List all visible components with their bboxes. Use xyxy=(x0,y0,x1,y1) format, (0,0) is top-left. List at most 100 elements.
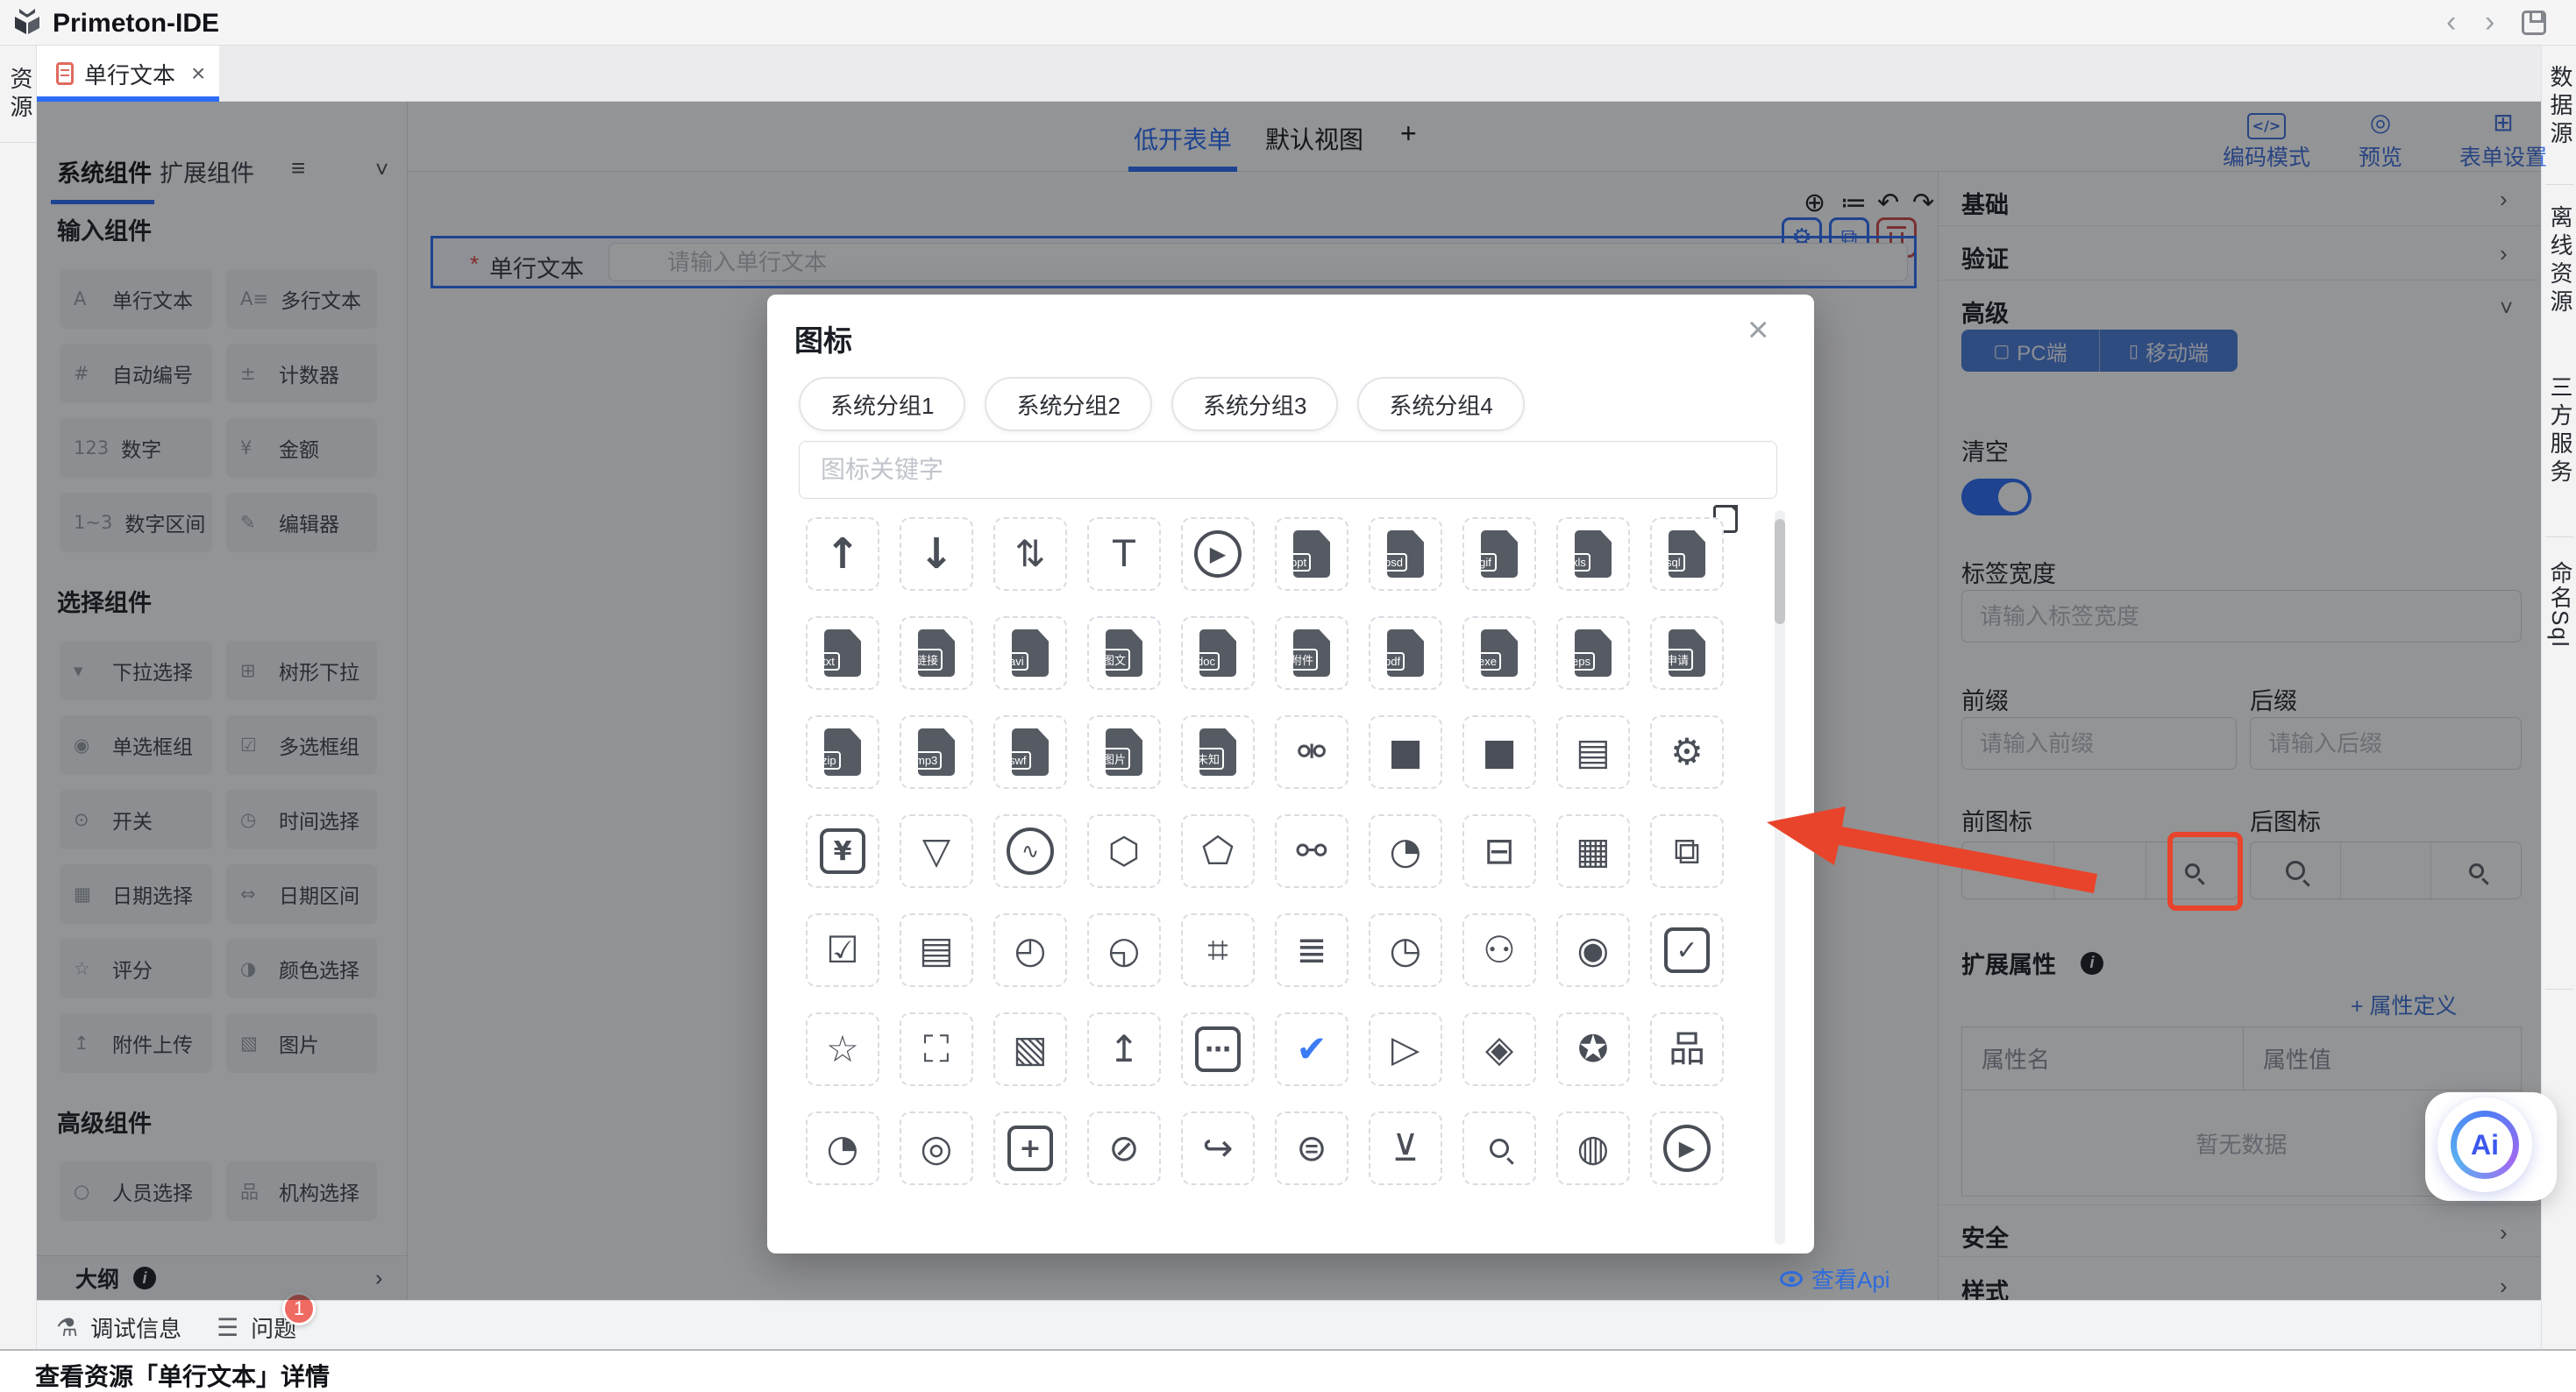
icon-star-icon[interactable]: ☆ xyxy=(806,1012,879,1086)
icon-square-solid-icon[interactable]: ■ xyxy=(1369,715,1442,789)
icon-file-gif-icon[interactable]: gif xyxy=(1462,517,1536,591)
icon-file-pdf-icon[interactable]: pdf xyxy=(1369,616,1442,690)
icon-link-broken-icon[interactable]: ⚮ xyxy=(1275,715,1348,789)
file-sql-glyph: sql xyxy=(1669,530,1705,578)
sidebar-item-third-party-services[interactable]: 三方服务 xyxy=(2542,375,2576,487)
icon-file-doc-icon[interactable]: doc xyxy=(1181,616,1255,690)
icon-search-magnifier-icon[interactable] xyxy=(1462,1111,1536,1185)
left-rail: 资源 xyxy=(0,46,37,1349)
icon-chat-lines-icon[interactable]: ⊜ xyxy=(1275,1111,1348,1185)
icon-arrow-up-icon[interactable]: ↑ xyxy=(806,517,879,591)
nav-forward-icon[interactable]: › xyxy=(2485,5,2494,39)
sidebar-item-offline-resources[interactable]: 离线资源 xyxy=(2542,205,2576,317)
icon-team-group-icon[interactable]: ⚇ xyxy=(1462,913,1536,987)
icon-folder-archive-icon[interactable]: ⊟ xyxy=(1462,814,1536,888)
person-timer-glyph: ◴ xyxy=(1014,932,1047,969)
group-tab-2[interactable]: 系统分组2 xyxy=(985,377,1151,431)
icon-box-open-icon[interactable]: ⊻ xyxy=(1369,1111,1442,1185)
icon-play-circle-icon[interactable]: ▶ xyxy=(1181,517,1255,591)
group-tab-4[interactable]: 系统分组4 xyxy=(1357,377,1524,431)
icon-prohibited-icon[interactable]: ⊘ xyxy=(1087,1111,1161,1185)
icon-calendar-schedule-icon[interactable]: ▦ xyxy=(1556,814,1630,888)
icon-shield-key-icon[interactable]: ◈ xyxy=(1462,1012,1536,1086)
icon-display-settings-icon[interactable]: ⚙ xyxy=(1650,715,1724,789)
icon-document-list-icon[interactable]: ▤ xyxy=(1556,715,1630,789)
save-icon[interactable] xyxy=(2522,11,2546,35)
icon-sort-az-icon[interactable]: ⇅ xyxy=(993,517,1067,591)
icon-clock-icon[interactable]: ◷ xyxy=(1369,913,1442,987)
ai-assistant-button[interactable]: Ai xyxy=(2437,1097,2532,1192)
icon-file-image-icon[interactable]: 图片 xyxy=(1087,715,1161,789)
icon-keyword-search-input[interactable] xyxy=(799,441,1777,499)
scrollbar[interactable] xyxy=(1775,510,1785,1245)
icon-link-chain-icon[interactable]: ⚯ xyxy=(1275,814,1348,888)
icon-badge-check-icon[interactable]: ✪ xyxy=(1556,1012,1630,1086)
icon-document-check-icon[interactable]: ✓ xyxy=(1650,913,1724,987)
broadcast-glyph: ◎ xyxy=(921,1130,953,1167)
icon-file-sql-icon[interactable]: sql xyxy=(1650,517,1724,591)
icon-file-richtext-icon[interactable]: 图文 xyxy=(1087,616,1161,690)
debug-info-button[interactable]: ⚗ 调试信息 xyxy=(56,1311,181,1344)
icon-file-form-icon[interactable]: 申请 xyxy=(1650,616,1724,690)
icon-chat-target-icon[interactable]: ◍ xyxy=(1556,1111,1630,1185)
icon-upload-check-icon[interactable]: ↥ xyxy=(1087,1012,1161,1086)
icon-user-check-icon[interactable]: ✔ xyxy=(1275,1012,1348,1086)
icon-copy-list-icon[interactable]: ⧉ xyxy=(1650,814,1724,888)
icon-play-search-icon[interactable]: ▶ xyxy=(1650,1111,1724,1185)
icon-file-ppt-icon[interactable]: ppt xyxy=(1275,517,1348,591)
icon-org-chart-icon[interactable]: 品 xyxy=(1650,1012,1724,1086)
icon-grid: ↑ ↓ ⇅ T ▶ pptpsdgifxls sql txt 链接 avi 图文 doc 附件 pdfex… xyxy=(806,517,1724,1185)
icon-exit-logout-icon[interactable]: ↪ xyxy=(1181,1111,1255,1185)
nav-back-icon[interactable]: ‹ xyxy=(2446,5,2456,39)
icon-arrow-down-icon[interactable]: ↓ xyxy=(900,517,973,591)
icon-file-avi-icon[interactable]: avi xyxy=(993,616,1067,690)
pulse-circle-glyph: ∿ xyxy=(1007,827,1054,875)
close-icon[interactable]: × xyxy=(1747,309,1769,351)
icon-file-attachment-icon[interactable]: 附件 xyxy=(1275,616,1348,690)
icon-sliders-filter-icon[interactable]: ≣ xyxy=(1275,913,1348,987)
scrollbar-thumb[interactable] xyxy=(1775,519,1785,624)
icon-pentagon-wireframe-icon[interactable]: ⬠ xyxy=(1181,814,1255,888)
close-icon[interactable]: × xyxy=(191,60,205,88)
icon-chat-dots-icon[interactable]: ⋯ xyxy=(1181,1012,1255,1086)
group-tab-3[interactable]: 系统分组3 xyxy=(1171,377,1338,431)
prohibited-glyph: ⊘ xyxy=(1108,1130,1139,1167)
pentagon-wireframe-glyph: ⬠ xyxy=(1202,833,1235,870)
icon-bookmark-add-icon[interactable]: + xyxy=(993,1111,1067,1185)
icon-clipboard-clock-icon[interactable]: ◵ xyxy=(1087,913,1161,987)
icon-file-mp3-icon[interactable]: mp3 xyxy=(900,715,973,789)
icon-broadcast-icon[interactable]: ◎ xyxy=(900,1111,973,1185)
icon-square-solid-2-icon[interactable]: ■ xyxy=(1462,715,1536,789)
icon-checklist-card-icon[interactable]: ☑ xyxy=(806,913,879,987)
view-api-link[interactable]: 查看Api xyxy=(1780,1262,1890,1295)
icon-shield-logo-icon[interactable]: ▽ xyxy=(900,814,973,888)
icon-currency-yen-icon[interactable]: ¥ xyxy=(806,814,879,888)
status-text: 查看资源「单行文本」详情 xyxy=(35,1358,330,1392)
icon-person-timer-icon[interactable]: ◴ xyxy=(993,913,1067,987)
icon-file-xls-icon[interactable]: xls xyxy=(1556,517,1630,591)
icon-monitor-scan-icon[interactable]: ⌗ xyxy=(1181,913,1255,987)
sidebar-item-named-sql[interactable]: 命名Sql xyxy=(2542,561,2576,649)
icon-clock-history-icon[interactable]: ◔ xyxy=(806,1111,879,1185)
icon-file-txt-icon[interactable]: txt xyxy=(806,616,879,690)
icon-file-swf-icon[interactable]: swf xyxy=(993,715,1067,789)
icon-pulse-circle-icon[interactable]: ∿ xyxy=(993,814,1067,888)
icon-paper-plane-icon[interactable]: ▷ xyxy=(1369,1012,1442,1086)
icon-scan-frame-icon[interactable]: ⛶ xyxy=(900,1012,973,1086)
icon-image-photo-icon[interactable]: ▧ xyxy=(993,1012,1067,1086)
icon-file-unknown-icon[interactable]: 未知 xyxy=(1181,715,1255,789)
icon-tshirt-icon[interactable]: T xyxy=(1087,517,1161,591)
icon-play-solid-icon[interactable]: ◉ xyxy=(1556,913,1630,987)
icon-clipboard-list-icon[interactable]: ▤ xyxy=(900,913,973,987)
icon-file-eps-icon[interactable]: eps xyxy=(1556,616,1630,690)
icon-file-exe-icon[interactable]: exe xyxy=(1462,616,1536,690)
group-tab-1[interactable]: 系统分组1 xyxy=(799,377,965,431)
tab-single-line-text[interactable]: 单行文本 × xyxy=(37,46,219,102)
icon-file-link-icon[interactable]: 链接 xyxy=(900,616,973,690)
icon-dashboard-gauge-icon[interactable]: ◔ xyxy=(1369,814,1442,888)
icon-hexagon-bolt-icon[interactable]: ⬡ xyxy=(1087,814,1161,888)
sidebar-item-resources[interactable]: 资源 xyxy=(0,67,37,123)
icon-file-zip-icon[interactable]: zip xyxy=(806,715,879,789)
icon-picker-dialog: 图标 × 系统分组1系统分组2系统分组3系统分组4 ↑↓⇅T▶pptpsdgif… xyxy=(767,295,1814,1254)
icon-file-psd-icon[interactable]: psd xyxy=(1369,517,1442,591)
